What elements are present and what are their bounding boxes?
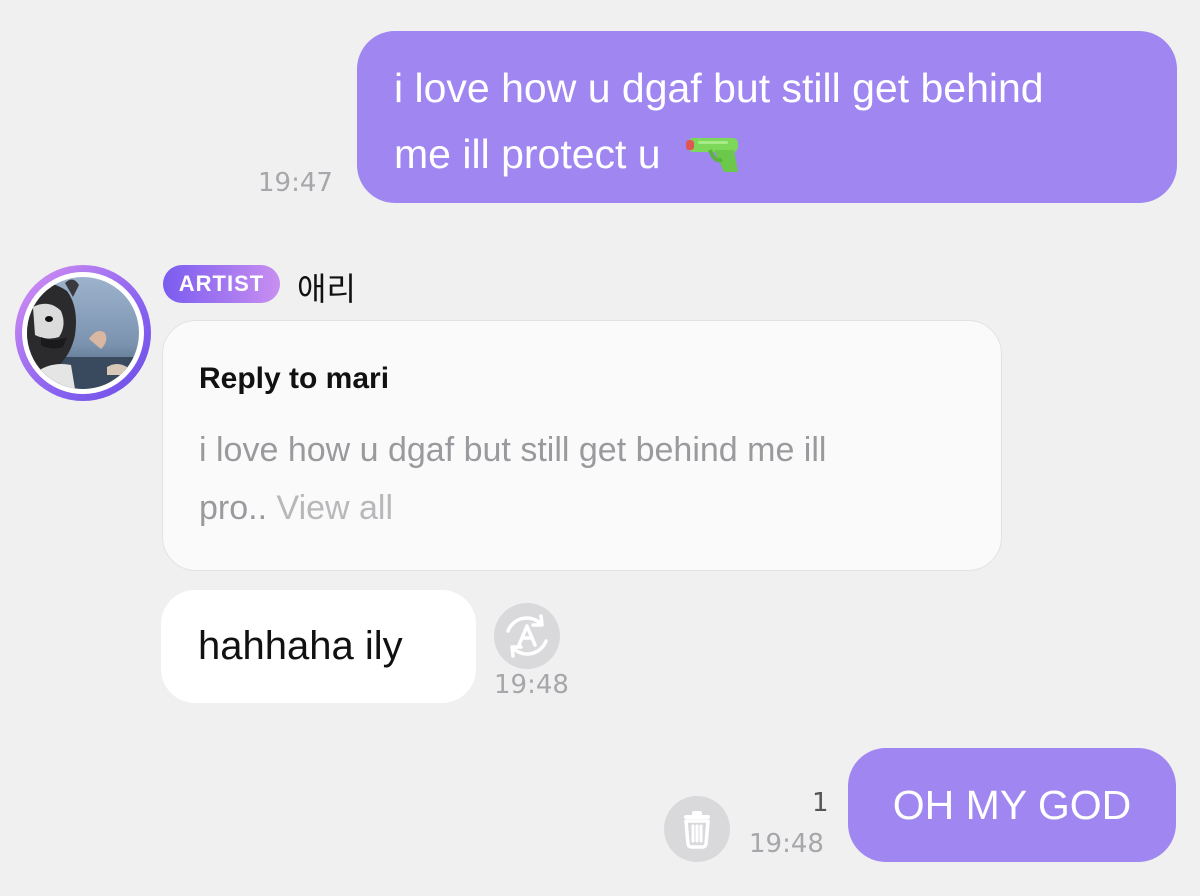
unread-count: 1 (812, 788, 829, 818)
water-pistol-icon (684, 127, 744, 172)
message-line: me ill protect u (394, 131, 661, 177)
delete-button[interactable] (664, 796, 730, 862)
message-line-with-emoji: me ill protect u (394, 121, 1137, 187)
sender-name[interactable]: 애리 (297, 264, 356, 310)
incoming-message-bubble[interactable]: hahhaha ily (161, 590, 476, 703)
translate-icon (506, 614, 548, 658)
quoted-line: i love how u dgaf but still get behind m… (199, 431, 827, 469)
message-timestamp: 19:47 (258, 168, 333, 198)
translate-button[interactable] (494, 603, 560, 669)
message-line: i love how u dgaf but still get behind (394, 65, 1044, 111)
avatar[interactable] (27, 277, 139, 389)
message-text: OH MY GOD (892, 781, 1132, 828)
reply-quoted-text: i love how u dgaf but still get behind m… (199, 421, 979, 537)
message-timestamp: 19:48 (749, 829, 824, 859)
reply-title: Reply to mari (199, 362, 390, 395)
view-all-link[interactable]: View all (277, 489, 394, 527)
outgoing-message-bubble[interactable]: OH MY GOD (848, 748, 1176, 862)
trash-icon (684, 811, 710, 849)
message-timestamp: 19:48 (494, 670, 569, 700)
quoted-line-truncated: pro.. View all (199, 479, 979, 537)
outgoing-message-bubble[interactable]: i love how u dgaf but still get behind m… (357, 31, 1177, 203)
artist-badge: ARTIST (163, 265, 280, 303)
quoted-line: pro.. (199, 489, 268, 527)
message-text: hahhaha ily (198, 624, 403, 668)
